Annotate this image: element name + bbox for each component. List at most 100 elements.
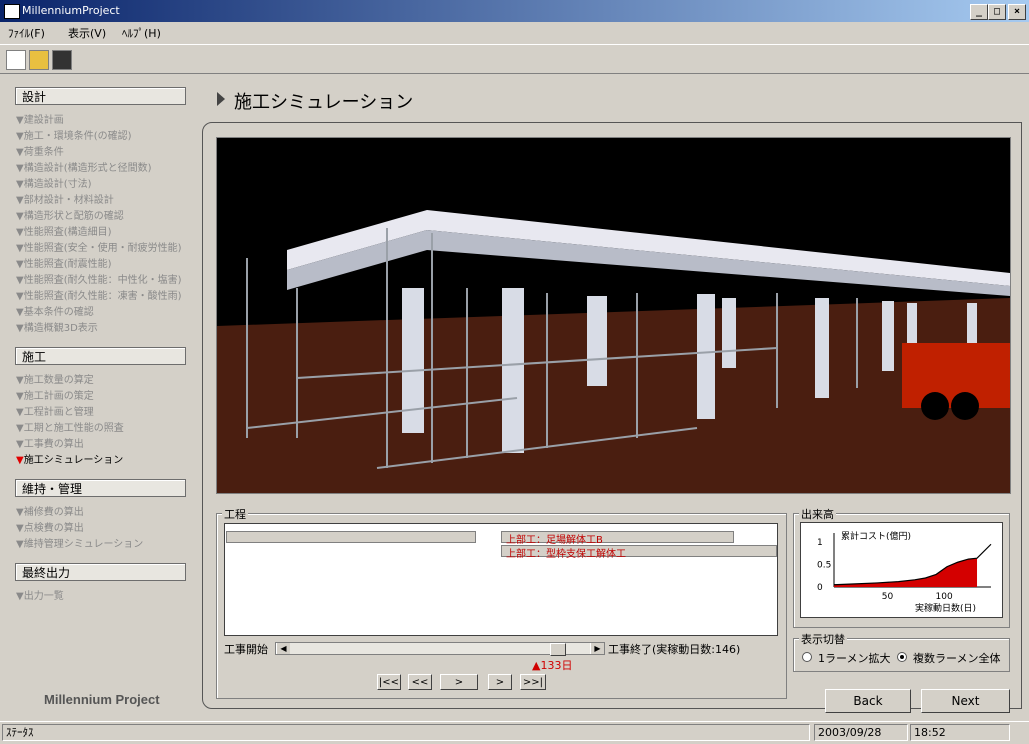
chart-title: 累計コスト(億円) (841, 530, 911, 542)
sidebar-item[interactable]: ▼荷重条件 (16, 143, 64, 158)
slider-thumb[interactable] (550, 643, 567, 656)
sidebar-item[interactable]: ▼工事費の算出 (16, 435, 84, 450)
triangle-icon: ▼ (16, 439, 24, 450)
y-tick-label: 0 (817, 583, 823, 593)
triangle-icon: ▼ (16, 211, 24, 222)
sidebar-item-label: 出力一覧 (23, 591, 64, 602)
sidebar-item-label: 施工シミュレーション (23, 455, 124, 466)
sidebar-item[interactable]: ▼補修費の算出 (16, 503, 84, 518)
sidebar-item[interactable]: ▼出力一覧 (16, 587, 64, 602)
slider-left-arrow-icon[interactable]: ◀ (276, 643, 290, 654)
sidebar-item-label: 補修費の算出 (23, 507, 84, 518)
menu-view[interactable]: 表示(V) (68, 25, 106, 41)
triangle-icon: ▼ (16, 523, 24, 534)
window-title: MillenniumProject (22, 4, 120, 17)
sidebar-item[interactable]: ▼施工数量の算定 (16, 371, 94, 386)
current-day-marker: ▲133日 (532, 659, 573, 672)
sidebar-item-label: 工事費の算出 (23, 439, 84, 450)
status-text: ｽﾃｰﾀｽ (2, 724, 810, 741)
maximize-button[interactable]: □ (988, 4, 1006, 20)
triangle-icon: ▼ (16, 539, 24, 550)
play-button[interactable]: > (440, 674, 478, 690)
menu-bar: ﾌｧｲﾙ(F) 表示(V) ﾍﾙﾌﾟ(H) (0, 22, 1029, 42)
triangle-icon: ▼ (16, 323, 24, 334)
sidebar-item[interactable]: ▼性能照査(安全・使用・耐疲労性能) (16, 239, 182, 254)
sidebar-item[interactable]: ▼施工・環境条件(の確認) (16, 127, 132, 142)
bridge-3d-scene (217, 138, 1010, 493)
sidebar-item-label: 工程計画と管理 (23, 407, 94, 418)
sidebar-item[interactable]: ▼工程計画と管理 (16, 403, 94, 418)
new-file-icon[interactable] (6, 50, 26, 70)
sidebar-item[interactable]: ▼施工計画の策定 (16, 387, 94, 402)
sidebar-item[interactable]: ▼部材設計・材料設計 (16, 191, 114, 206)
sidebar-item[interactable]: ▼建設計画 (16, 111, 64, 126)
sidebar-item-label: 性能照査(構造細目) (23, 227, 112, 238)
sidebar-item[interactable]: ▼構造設計(寸法) (16, 175, 92, 190)
sidebar-section-3[interactable]: 最終出力 (15, 563, 186, 581)
sidebar-item[interactable]: ▼性能照査(耐久性能：凍害・酸性雨) (16, 287, 182, 302)
triangle-icon: ▼ (16, 375, 24, 386)
schedule-gantt-area: 上部工：足場解体工B 上部工：型枠支保工解体工 (224, 523, 778, 636)
brand-logo-text: Millennium Project (44, 692, 160, 707)
next-button[interactable]: Next (921, 689, 1010, 713)
sidebar-item[interactable]: ▼性能照査(構造細目) (16, 223, 112, 238)
sidebar-section-1[interactable]: 施工 (15, 347, 186, 365)
simulation-3d-viewport[interactable] (216, 137, 1011, 494)
triangle-icon: ▼ (16, 115, 24, 126)
sidebar-item[interactable]: ▼構造概観3D表示 (16, 319, 98, 334)
sidebar-item[interactable]: ▼構造形状と配筋の確認 (16, 207, 124, 222)
sidebar-item[interactable]: ▼点検費の算出 (16, 519, 84, 534)
app-icon (4, 4, 20, 19)
sidebar-item[interactable]: ▼施工シミュレーション (16, 451, 123, 466)
sidebar-section-0[interactable]: 設計 (15, 87, 186, 105)
save-disk-icon[interactable] (52, 50, 72, 70)
sidebar-item-label: 性能照査(安全・使用・耐疲労性能) (23, 243, 182, 254)
triangle-icon: ▼ (16, 291, 24, 302)
menu-file[interactable]: ﾌｧｲﾙ(F) (8, 25, 45, 41)
sidebar-item[interactable]: ▼性能照査(耐震性能) (16, 255, 112, 270)
sidebar-item-label: 施工計画の策定 (23, 391, 94, 402)
sidebar-item[interactable]: ▼基本条件の確認 (16, 303, 94, 318)
gantt-bar-previous (226, 531, 476, 543)
page-title: 施工シミュレーション (234, 92, 414, 112)
slider-right-arrow-icon[interactable]: ▶ (590, 643, 604, 654)
x-tick-label: 50 (882, 592, 894, 602)
triangle-icon: ▼ (16, 163, 24, 174)
sidebar-item[interactable]: ▼維持管理シミュレーション (16, 535, 143, 550)
triangle-icon: ▼ (16, 147, 24, 158)
sidebar-item-label: 基本条件の確認 (23, 307, 94, 318)
close-button[interactable]: × (1008, 4, 1026, 20)
sidebar-item[interactable]: ▼工期と施工性能の照査 (16, 419, 124, 434)
radio-single-frame-label[interactable]: 1ラーメン拡大 (818, 650, 891, 666)
sidebar-item-label: 施工数量の算定 (23, 375, 94, 386)
triangle-icon: ▼ (16, 307, 24, 318)
y-tick-label: 0.5 (817, 561, 831, 571)
open-folder-icon[interactable] (29, 50, 49, 70)
triangle-icon: ▼ (16, 507, 24, 518)
status-bar: ｽﾃｰﾀｽ 2003/09/28 18:52 (0, 721, 1029, 744)
gantt-bar-2-label: 上部工：型枠支保工解体工 (506, 549, 626, 560)
sidebar-section-2[interactable]: 維持・管理 (15, 479, 186, 497)
triangle-icon: ▼ (16, 391, 24, 402)
sidebar-item-label: 建設計画 (23, 115, 64, 126)
minimize-button[interactable]: _ (970, 4, 988, 20)
step-forward-button[interactable]: > (488, 674, 512, 690)
gantt-bar-1-label: 上部工：足場解体工B (506, 535, 603, 546)
triangle-icon: ▼ (16, 455, 24, 466)
go-last-button[interactable]: >>| (520, 674, 546, 690)
chart-svg: 0 0.5 1 50 100 累計コスト(億円) 実稼動日数(日) (817, 530, 992, 614)
triangle-icon: ▼ (16, 131, 24, 142)
radio-multi-frame[interactable] (897, 652, 907, 662)
radio-single-frame[interactable] (802, 652, 812, 662)
sidebar-item[interactable]: ▼性能照査(耐久性能：中性化・塩害) (16, 271, 182, 286)
back-button[interactable]: Back (825, 689, 911, 713)
triangle-icon: ▼ (16, 195, 24, 206)
sidebar-item-label: 性能照査(耐久性能：凍害・酸性雨) (23, 291, 182, 302)
go-first-button[interactable]: |<< (377, 674, 401, 690)
sidebar-item-label: 性能照査(耐震性能) (23, 259, 112, 270)
sidebar-item[interactable]: ▼構造設計(構造形式と径間数) (16, 159, 152, 174)
radio-multi-frame-label[interactable]: 複数ラーメン全体 (913, 650, 1001, 666)
menu-help[interactable]: ﾍﾙﾌﾟ(H) (122, 25, 161, 41)
sidebar-item-label: 施工・環境条件(の確認) (23, 131, 132, 142)
step-back-button[interactable]: << (408, 674, 432, 690)
